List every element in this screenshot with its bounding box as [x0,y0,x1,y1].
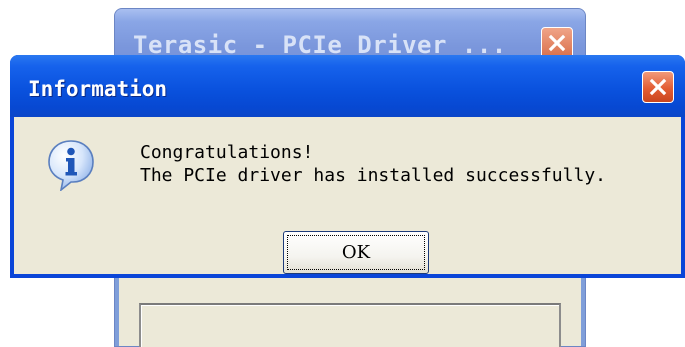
message-line-1: Congratulations! [140,142,314,163]
ok-button[interactable]: OK [283,231,429,274]
dialog-message: Congratulations! The PCIe driver has ins… [140,141,606,187]
close-icon [548,34,566,52]
dialog-titlebar[interactable]: Information [10,55,685,117]
desktop: Terasic - PCIe Driver ... Information Co… [0,0,685,347]
dialog-close-button[interactable] [642,71,674,103]
ok-button-label: OK [287,235,425,270]
dialog-title: Information [28,77,168,101]
close-icon [649,78,667,96]
dialog-body: Congratulations! The PCIe driver has ins… [14,117,681,274]
information-icon [48,140,94,191]
information-dialog[interactable]: Information Congratulations! The PCIe dr… [10,55,685,278]
background-window-panel [139,303,561,347]
message-line-2: The PCIe driver has installed successful… [140,165,606,186]
